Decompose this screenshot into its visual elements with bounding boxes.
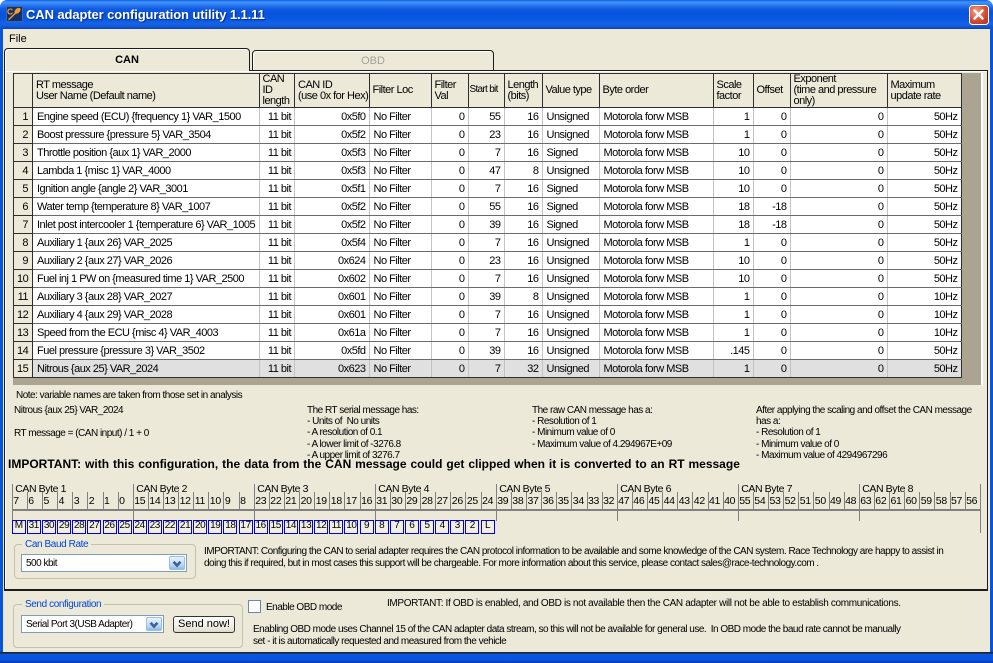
svg-text:C: C xyxy=(7,7,13,17)
